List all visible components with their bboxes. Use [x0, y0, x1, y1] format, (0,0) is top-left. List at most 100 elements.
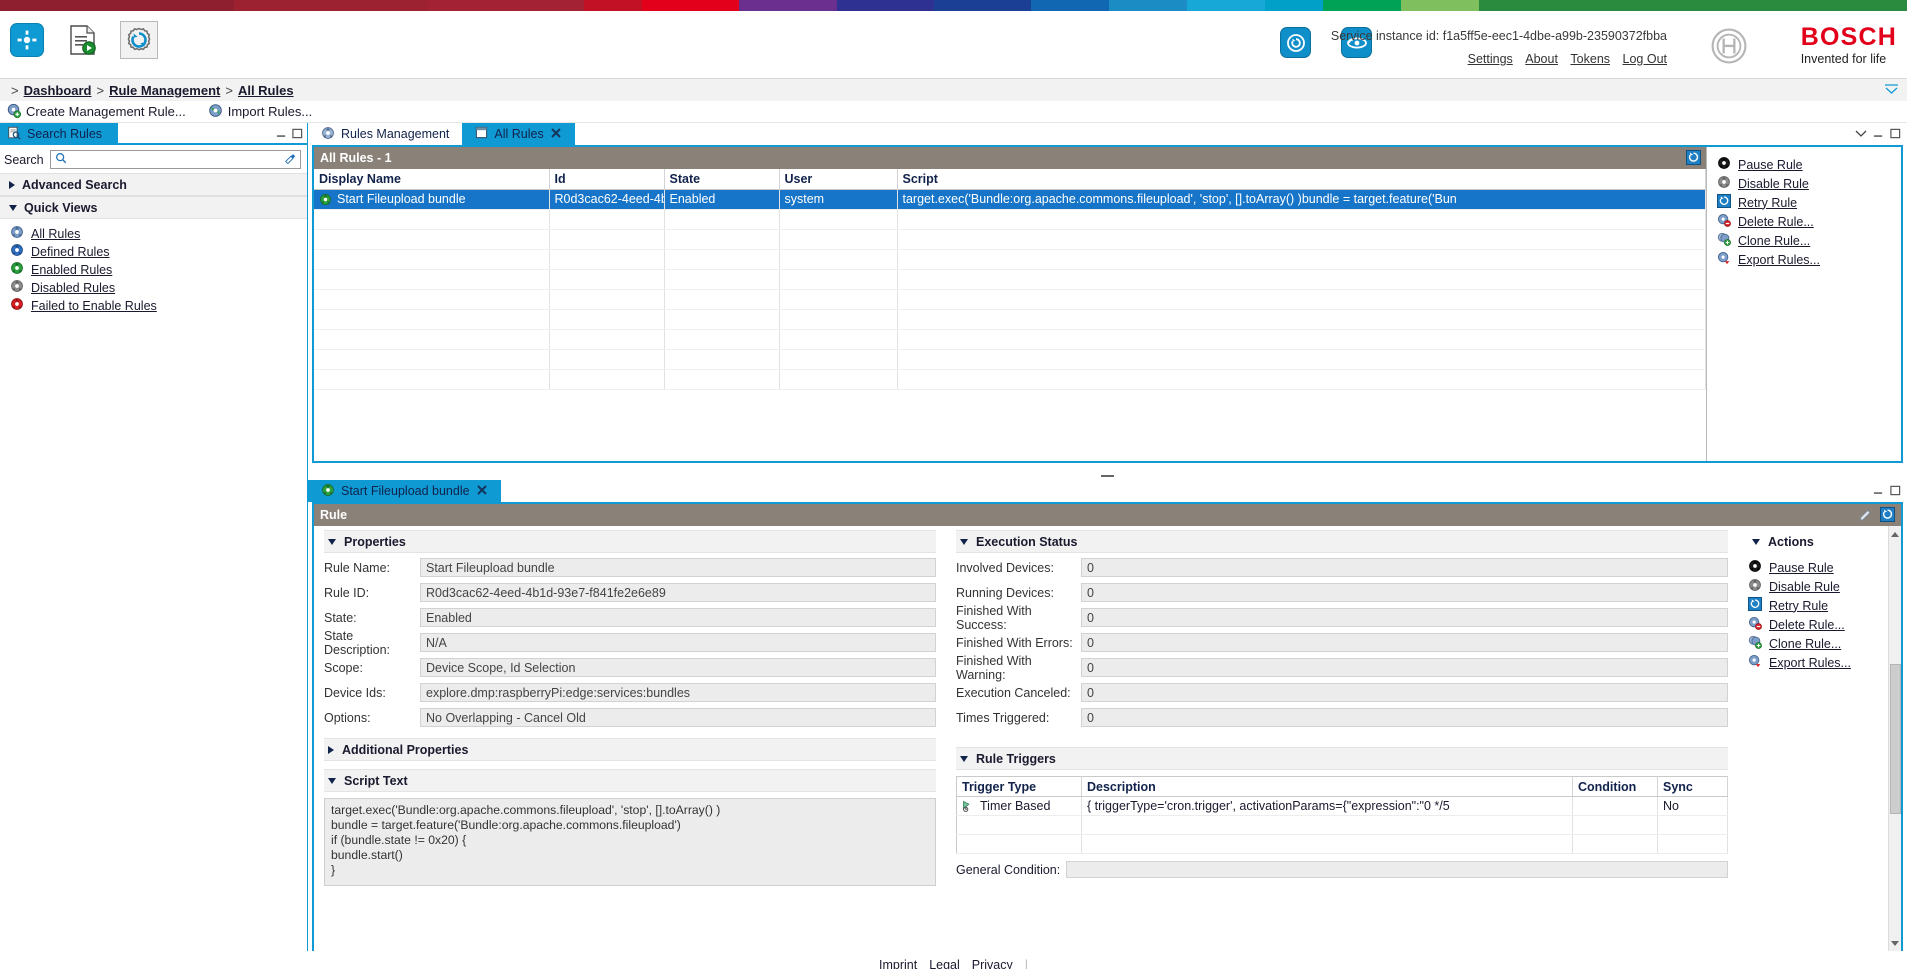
gear-sync-icon[interactable] [120, 21, 158, 59]
script-text-content[interactable]: target.exec('Bundle:org.apache.commons.f… [324, 798, 936, 886]
column-user[interactable]: User [779, 169, 898, 190]
scroll-down-icon[interactable] [1890, 935, 1900, 950]
actions-section-header[interactable]: Actions [1748, 530, 1878, 553]
tab-search-rules[interactable]: Search Rules [0, 123, 119, 145]
column-script[interactable]: Script [897, 169, 1706, 190]
trigger-column-condition[interactable]: Condition [1572, 776, 1658, 797]
sidebar-item-all-rules-label[interactable]: All Rules [31, 227, 80, 241]
field-device-ids-value[interactable]: explore.dmp:raspberryPi:edge:services:bu… [420, 683, 936, 702]
legal-link[interactable]: Legal [929, 958, 960, 969]
rule-triggers-section-header[interactable]: Rule Triggers [956, 747, 1728, 770]
action-retry-rule[interactable]: Retry Rule [1748, 596, 1878, 615]
context-clone-rule[interactable]: Clone Rule... [1717, 231, 1901, 250]
trigger-row[interactable]: Timer Based { triggerType='cron.trigger'… [956, 796, 1728, 816]
sidebar-item-defined-rules-label[interactable]: Defined Rules [31, 245, 110, 259]
action-disable-rule-label[interactable]: Disable Rule [1769, 580, 1840, 594]
column-id[interactable]: Id [549, 169, 665, 190]
view-menu-icon[interactable] [1855, 127, 1867, 142]
privacy-link[interactable]: Privacy [972, 958, 1013, 969]
sidebar-item-failed-rules[interactable]: Failed to Enable Rules [10, 297, 307, 314]
field-times-triggered-value[interactable]: 0 [1081, 708, 1728, 727]
field-state-value[interactable]: Enabled [420, 608, 936, 627]
grid-refresh-icon[interactable] [1686, 150, 1701, 168]
trigger-column-type[interactable]: Trigger Type [956, 776, 1082, 797]
sidebar-item-disabled-rules-label[interactable]: Disabled Rules [31, 281, 115, 295]
field-finished-errors-value[interactable]: 0 [1081, 633, 1728, 652]
context-delete-rule[interactable]: Delete Rule... [1717, 212, 1901, 231]
new-document-run-icon[interactable] [64, 21, 102, 59]
column-state[interactable]: State [664, 169, 780, 190]
context-pause-rule[interactable]: Pause Rule [1717, 155, 1901, 174]
minimize-icon[interactable] [276, 127, 287, 142]
tab-rules-management[interactable]: Rules Management [308, 123, 463, 145]
action-delete-rule-label[interactable]: Delete Rule... [1769, 618, 1845, 632]
field-rule-id-value[interactable]: R0d3cac62-4eed-4b1d-93e7-f841fe2e6e89 [420, 583, 936, 602]
action-clone-rule-label[interactable]: Clone Rule... [1769, 637, 1841, 651]
sidebar-item-disabled-rules[interactable]: Disabled Rules [10, 279, 307, 296]
create-management-rule-button[interactable]: Create Management Rule... [6, 103, 186, 121]
action-pause-rule[interactable]: Pause Rule [1748, 558, 1878, 577]
sidebar-item-all-rules[interactable]: All Rules [10, 225, 307, 242]
context-retry-rule[interactable]: Retry Rule [1717, 193, 1901, 212]
context-export-rules-label[interactable]: Export Rules... [1738, 253, 1820, 267]
tokens-link[interactable]: Tokens [1570, 52, 1610, 66]
table-row[interactable]: Start Fileupload bundle R0d3cac62-4eed-4… [314, 189, 1706, 210]
field-finished-success-value[interactable]: 0 [1081, 608, 1728, 627]
sidebar-item-defined-rules[interactable]: Defined Rules [10, 243, 307, 260]
action-export-rules[interactable]: Export Rules... [1748, 653, 1878, 672]
search-input-wrapper[interactable] [49, 150, 301, 169]
trigger-column-description[interactable]: Description [1081, 776, 1573, 797]
scroll-up-icon[interactable] [1890, 527, 1900, 542]
action-pause-rule-label[interactable]: Pause Rule [1769, 561, 1834, 575]
detail-refresh-icon[interactable] [1880, 507, 1895, 525]
action-clone-rule[interactable]: Clone Rule... [1748, 634, 1878, 653]
field-scope-value[interactable]: Device Scope, Id Selection [420, 658, 936, 677]
tab-close-icon[interactable] [550, 127, 562, 142]
import-rules-button[interactable]: Import Rules... [208, 103, 312, 121]
edit-icon[interactable] [1859, 507, 1873, 525]
trigger-column-sync[interactable]: Sync [1657, 776, 1728, 797]
maximize-icon[interactable] [1890, 484, 1901, 499]
sidebar-item-failed-rules-label[interactable]: Failed to Enable Rules [31, 299, 157, 313]
maximize-icon[interactable] [292, 127, 303, 142]
dashboard-icon[interactable] [8, 21, 46, 59]
tab-rule-detail[interactable]: Start Fileupload bundle [308, 480, 501, 502]
field-running-devices-value[interactable]: 0 [1081, 583, 1728, 602]
sidebar-item-enabled-rules[interactable]: Enabled Rules [10, 261, 307, 278]
breadcrumb-item-dashboard[interactable]: Dashboard [24, 83, 92, 98]
minimize-icon[interactable] [1873, 127, 1884, 142]
tab-close-icon[interactable] [476, 484, 488, 499]
tab-all-rules[interactable]: All Rules [462, 123, 575, 145]
execution-status-section-header[interactable]: Execution Status [956, 530, 1728, 553]
breadcrumb-item-all-rules[interactable]: All Rules [238, 83, 294, 98]
search-clear-icon[interactable] [284, 152, 296, 167]
general-condition-value[interactable] [1066, 861, 1728, 878]
column-display-name[interactable]: Display Name [314, 169, 550, 190]
action-retry-rule-label[interactable]: Retry Rule [1769, 599, 1828, 613]
horizontal-splitter[interactable] [308, 471, 1907, 480]
field-rule-name-value[interactable]: Start Fileupload bundle [420, 558, 936, 577]
field-state-description-value[interactable]: N/A [420, 633, 936, 652]
context-clone-rule-label[interactable]: Clone Rule... [1738, 234, 1810, 248]
sidebar-item-enabled-rules-label[interactable]: Enabled Rules [31, 263, 112, 277]
field-execution-canceled-value[interactable]: 0 [1081, 683, 1728, 702]
refresh-target-icon[interactable] [1280, 27, 1311, 58]
script-text-section-header[interactable]: Script Text [324, 769, 936, 792]
logout-link[interactable]: Log Out [1623, 52, 1667, 66]
scroll-thumb[interactable] [1889, 663, 1901, 814]
search-input[interactable] [70, 151, 280, 168]
context-disable-rule-label[interactable]: Disable Rule [1738, 177, 1809, 191]
action-export-rules-label[interactable]: Export Rules... [1769, 656, 1851, 670]
context-disable-rule[interactable]: Disable Rule [1717, 174, 1901, 193]
minimize-icon[interactable] [1873, 484, 1884, 499]
collapse-header-icon[interactable] [1884, 83, 1899, 99]
properties-section-header[interactable]: Properties [324, 530, 936, 553]
context-export-rules[interactable]: Export Rules... [1717, 250, 1901, 269]
breadcrumb-item-rule-management[interactable]: Rule Management [109, 83, 220, 98]
field-involved-devices-value[interactable]: 0 [1081, 558, 1728, 577]
quick-views-section[interactable]: Quick Views [0, 196, 307, 219]
field-options-value[interactable]: No Overlapping - Cancel Old [420, 708, 936, 727]
context-retry-rule-label[interactable]: Retry Rule [1738, 196, 1797, 210]
action-delete-rule[interactable]: Delete Rule... [1748, 615, 1878, 634]
additional-properties-section-header[interactable]: Additional Properties [324, 738, 936, 761]
